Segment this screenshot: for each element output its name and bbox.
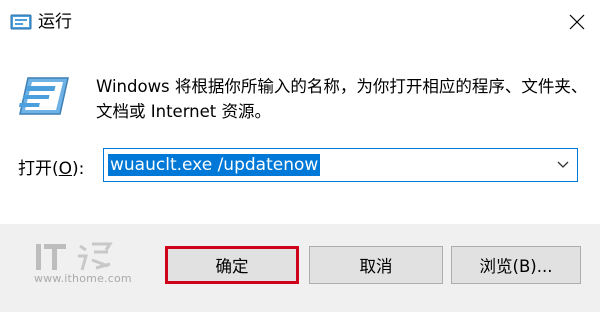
open-combobox[interactable]: wuauclt.exe /updatenow	[103, 148, 578, 182]
cancel-button[interactable]: 取消	[309, 246, 443, 284]
dialog-description: Windows 将根据你所输入的名称，为你打开相应的程序、文件夹、文档或 Int…	[96, 77, 588, 121]
open-field-label: 打开(O):	[18, 159, 85, 179]
open-input[interactable]: wuauclt.exe /updatenow	[108, 154, 321, 176]
close-button[interactable]	[554, 0, 600, 44]
watermark-site: www.ithome.com	[34, 272, 132, 285]
close-icon	[569, 14, 585, 30]
run-dialog-icon	[18, 77, 69, 115]
dialog-footer: www.ithome.com 确定 取消 浏览(B)...	[0, 224, 600, 312]
run-app-icon	[10, 14, 32, 30]
dialog-content: Windows 将根据你所输入的名称，为你打开相应的程序、文件夹、文档或 Int…	[0, 44, 600, 224]
browse-button[interactable]: 浏览(B)...	[451, 246, 581, 284]
title-bar: 运行	[0, 0, 600, 44]
chevron-down-icon	[557, 161, 569, 168]
window-title: 运行	[38, 12, 72, 32]
dropdown-button[interactable]	[549, 149, 577, 181]
ok-button[interactable]: 确定	[165, 246, 299, 284]
